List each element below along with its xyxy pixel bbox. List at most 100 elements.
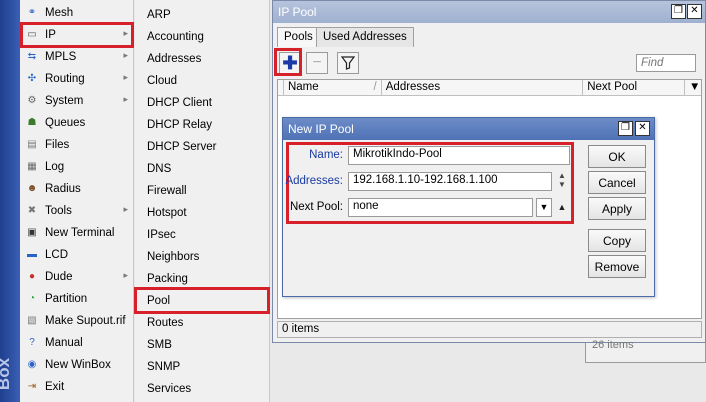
apply-button[interactable]: Apply <box>588 197 646 220</box>
remove-button[interactable]: Remove <box>588 255 646 278</box>
minus-icon: − <box>312 54 322 71</box>
menu-item-label: Partition <box>45 293 88 305</box>
main-menu: ⚭ Mesh ▭ IP ▸ ⇆ MPLS ▸ ✣ Routing ▸ ⚙ System ▸ ☗ Queues ▤… <box>20 0 134 402</box>
col-addresses[interactable]: Addresses <box>382 80 584 95</box>
background-window: 26 items <box>585 339 706 363</box>
menu-item-lcd[interactable]: ▬ LCD <box>20 244 134 266</box>
next-pool-select[interactable]: none <box>348 198 533 217</box>
new-ip-pool-titlebar[interactable]: New IP Pool ❐ ✕ <box>283 118 654 140</box>
submenu-item-dns[interactable]: DNS <box>135 158 270 180</box>
menu-item-tools[interactable]: ✖ Tools ▸ <box>20 200 134 222</box>
menu-item-new-terminal[interactable]: ▣ New Terminal <box>20 222 134 244</box>
menu-item-label: Routing <box>45 73 85 85</box>
submenu-arrow-icon: ▸ <box>123 204 128 214</box>
winbox-icon: ◉ <box>27 359 37 370</box>
background-status: 26 items <box>592 339 634 351</box>
copy-button[interactable]: Copy <box>588 229 646 252</box>
menu-item-mesh[interactable]: ⚭ Mesh <box>20 2 134 24</box>
log-icon: ▦ <box>27 161 37 172</box>
menu-item-new-winbox[interactable]: ◉ New WinBox <box>20 354 134 376</box>
menu-item-label: Dude <box>45 271 73 283</box>
add-button[interactable]: ✚ <box>279 52 301 74</box>
dude-icon: ● <box>28 271 36 282</box>
name-label: Name: <box>309 149 343 161</box>
tab-used-addresses[interactable]: Used Addresses <box>316 27 414 47</box>
menu-item-label: IP <box>45 29 56 41</box>
next-pool-label: Next Pool: <box>289 201 343 213</box>
menu-item-exit[interactable]: ⇥ Exit <box>20 376 134 398</box>
submenu-item-snmp[interactable]: SNMP <box>135 356 270 378</box>
help-icon: ? <box>29 337 35 348</box>
menu-item-queues[interactable]: ☗ Queues <box>20 112 134 134</box>
submenu-item-routes[interactable]: Routes <box>135 312 270 334</box>
addresses-field[interactable]: 192.168.1.10-192.168.1.100 <box>348 172 552 191</box>
ip-icon: ▭ <box>27 29 37 40</box>
partition-icon: ◔ <box>28 293 36 304</box>
restore-icon[interactable]: ❐ <box>618 121 633 136</box>
restore-icon[interactable]: ❐ <box>671 4 686 19</box>
col-next-pool[interactable]: Next Pool <box>583 80 685 95</box>
pools-table-header: Name / Addresses Next Pool ▼ <box>278 80 701 96</box>
filter-icon <box>341 56 355 70</box>
submenu-item-addresses[interactable]: Addresses <box>135 48 270 70</box>
updown-icon[interactable]: ▲ ▼ <box>556 171 568 191</box>
winbox-brand-strip: Box <box>0 0 20 402</box>
menu-item-dude[interactable]: ● Dude ▸ <box>20 266 134 288</box>
cancel-button[interactable]: Cancel <box>588 171 646 194</box>
folder-icon: ▤ <box>27 139 37 150</box>
menu-item-label: New WinBox <box>45 359 111 371</box>
submenu-item-hotspot[interactable]: Hotspot <box>135 202 270 224</box>
close-icon[interactable]: ✕ <box>687 4 702 19</box>
menu-item-log[interactable]: ▦ Log <box>20 156 134 178</box>
terminal-icon: ▣ <box>27 227 37 238</box>
plus-icon: ✚ <box>282 52 298 73</box>
ip-pool-title: IP Pool <box>278 5 317 19</box>
new-ip-pool-dialog: New IP Pool ❐ ✕ Name: MikrotikIndo-Pool … <box>282 117 655 297</box>
submenu-item-firewall[interactable]: Firewall <box>135 180 270 202</box>
ok-button[interactable]: OK <box>588 145 646 168</box>
menu-item-partition[interactable]: ◔ Partition <box>20 288 134 310</box>
submenu-item-neighbors[interactable]: Neighbors <box>135 246 270 268</box>
submenu-item-arp[interactable]: ARP <box>135 4 270 26</box>
menu-item-make-supout-rif[interactable]: ▧ Make Supout.rif <box>20 310 134 332</box>
submenu-item-accounting[interactable]: Accounting <box>135 26 270 48</box>
ip-pool-titlebar[interactable]: IP Pool ❐ ✕ <box>273 1 705 23</box>
dropdown-icon[interactable]: ▼ <box>536 198 552 217</box>
remove-button[interactable]: − <box>306 52 328 74</box>
menu-item-label: Files <box>45 139 70 151</box>
menu-item-routing[interactable]: ✣ Routing ▸ <box>20 68 134 90</box>
menu-item-label: Log <box>45 161 65 173</box>
addresses-label: Addresses: <box>285 175 343 187</box>
submenu-item-smb[interactable]: SMB <box>135 334 270 356</box>
col-name[interactable]: Name / <box>284 80 382 95</box>
menu-item-label: Tools <box>45 205 72 217</box>
submenu-item-pool[interactable]: Pool <box>135 290 270 312</box>
collapse-up-icon[interactable]: ▲ <box>556 199 568 216</box>
submenu-item-dhcp-relay[interactable]: DHCP Relay <box>135 114 270 136</box>
submenu-item-dhcp-server[interactable]: DHCP Server <box>135 136 270 158</box>
menu-item-system[interactable]: ⚙ System ▸ <box>20 90 134 112</box>
submenu-item-packing[interactable]: Packing <box>135 268 270 290</box>
filter-button[interactable] <box>337 52 359 74</box>
menu-item-radius[interactable]: ☻ Radius <box>20 178 134 200</box>
menu-item-ip[interactable]: ▭ IP ▸ <box>20 24 134 46</box>
menu-item-manual[interactable]: ? Manual <box>20 332 134 354</box>
submenu-arrow-icon: ▸ <box>123 72 128 82</box>
close-icon[interactable]: ✕ <box>635 121 650 136</box>
tab-pools[interactable]: Pools <box>277 27 320 47</box>
menu-item-mpls[interactable]: ⇆ MPLS ▸ <box>20 46 134 68</box>
queues-icon: ☗ <box>27 117 37 128</box>
sort-icon: / <box>373 81 377 93</box>
radius-icon: ☻ <box>26 183 38 194</box>
menu-item-files[interactable]: ▤ Files <box>20 134 134 156</box>
submenu-item-services[interactable]: Services <box>135 378 270 400</box>
pool-toolbar: ✚ − <box>276 51 702 77</box>
lcd-icon: ▬ <box>27 249 37 260</box>
submenu-item-cloud[interactable]: Cloud <box>135 70 270 92</box>
submenu-item-ipsec[interactable]: IPsec <box>135 224 270 246</box>
name-field[interactable]: MikrotikIndo-Pool <box>348 146 570 165</box>
find-input[interactable] <box>636 54 696 72</box>
submenu-item-dhcp-client[interactable]: DHCP Client <box>135 92 270 114</box>
ip-submenu: ARP Accounting Addresses Cloud DHCP Client DH… <box>135 0 270 402</box>
column-menu-icon[interactable]: ▼ <box>685 80 701 95</box>
